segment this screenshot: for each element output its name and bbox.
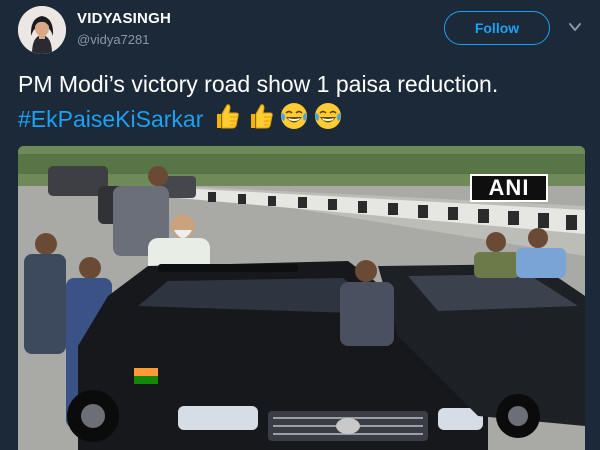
display-name[interactable]: VIDYASINGH: [77, 10, 171, 27]
tweet-body: PM Modi’s victory road show 1 paisa redu…: [18, 71, 499, 97]
thumbs-up-icon: [217, 104, 240, 129]
laughing-face-icon: [281, 103, 308, 129]
follow-button[interactable]: Follow: [444, 11, 550, 45]
tweet-card: VIDYASINGH @vidya7281 Follow PM Modi’s v…: [0, 0, 600, 450]
hashtag-link[interactable]: #EkPaiseKiSarkar: [18, 106, 203, 132]
chevron-down-icon[interactable]: [566, 20, 584, 34]
emoji-row: [211, 101, 343, 131]
tweet-media-photo[interactable]: ANI: [18, 146, 585, 450]
user-handle[interactable]: @vidya7281: [77, 32, 149, 47]
laughing-face-icon: [315, 103, 342, 129]
thumbs-up-icon: [251, 104, 274, 129]
tweet-text: PM Modi’s victory road show 1 paisa redu…: [18, 68, 583, 136]
avatar[interactable]: [18, 6, 66, 54]
ani-watermark: ANI: [470, 174, 548, 202]
